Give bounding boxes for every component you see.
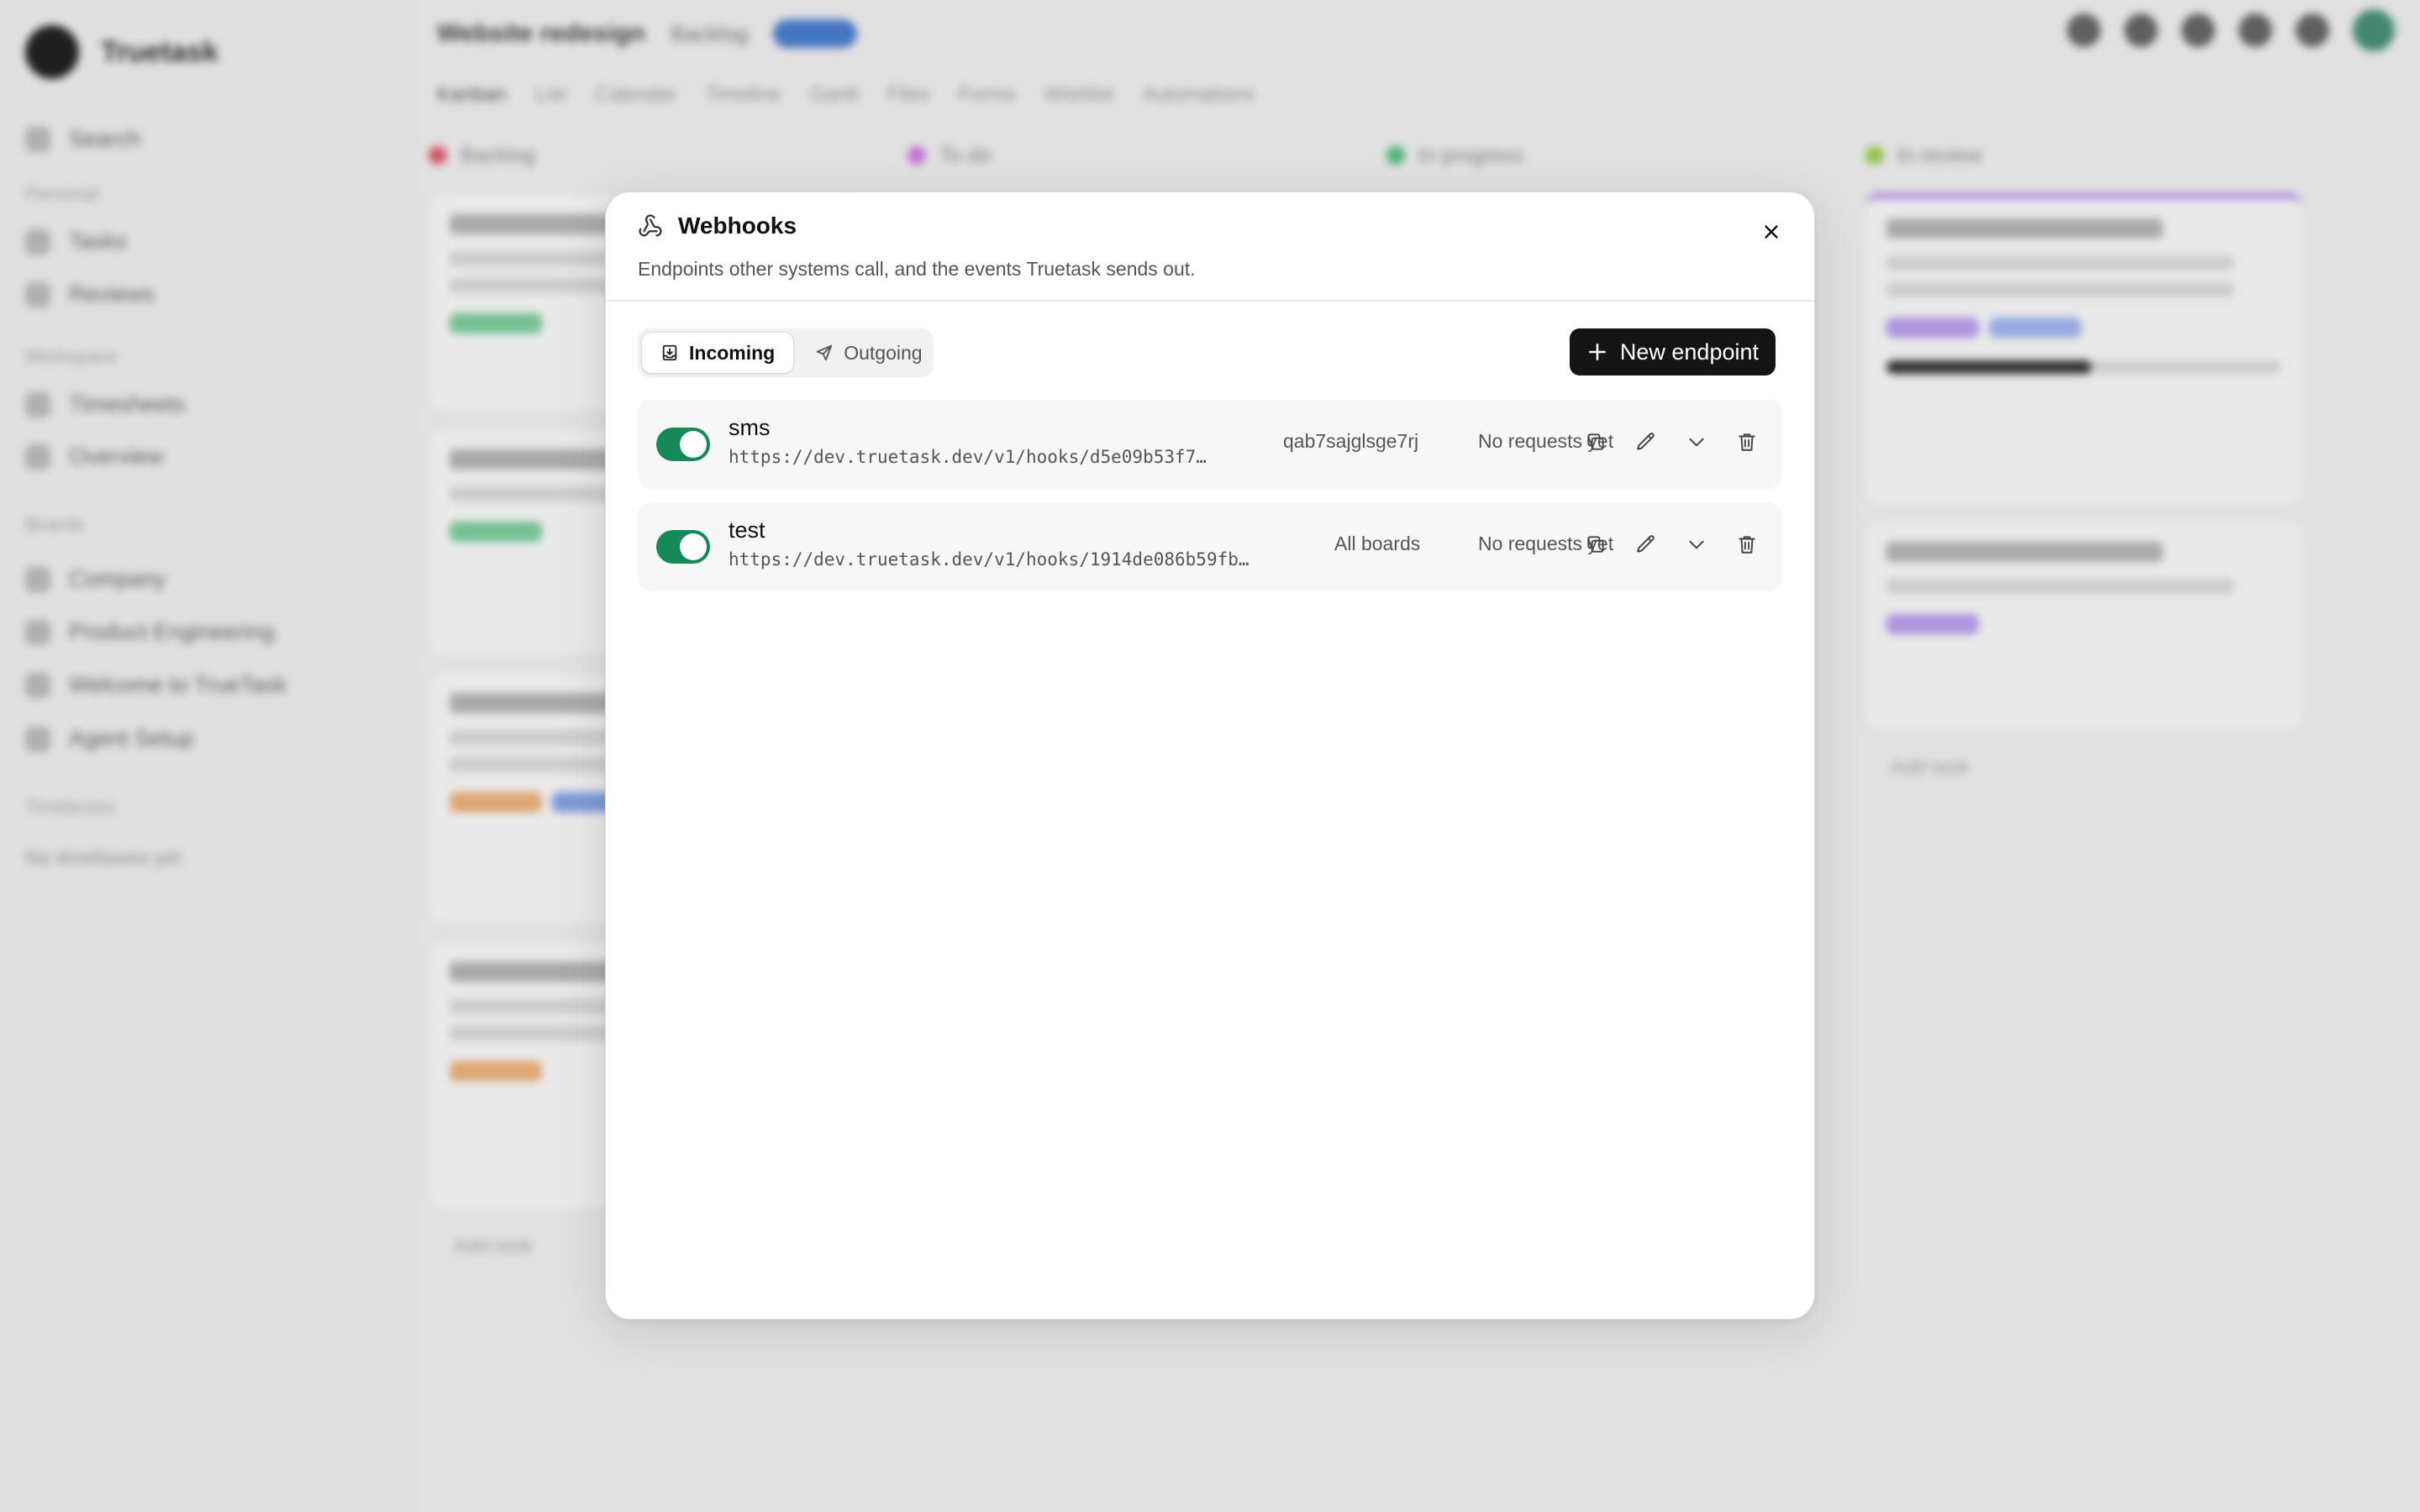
webhook-icon [639,214,662,237]
copy-url-button[interactable] [1579,528,1612,561]
endpoint-actions [1579,528,1764,561]
close-icon [1765,225,1778,239]
direction-tabs: Incoming Outgoing [638,328,934,377]
endpoint-enabled-toggle[interactable] [656,428,710,461]
endpoint-scope: All boards [1334,533,1421,554]
pencil-icon [1637,535,1655,553]
chevron-down-icon [1689,438,1704,447]
copy-icon [1587,433,1604,450]
tab-outgoing[interactable]: Outgoing [797,333,940,373]
endpoint-actions [1579,425,1764,459]
endpoint-row: test https://dev.truetask.dev/v1/hooks/1… [638,502,1782,591]
send-icon [817,344,833,361]
edit-endpoint-button[interactable] [1629,425,1663,459]
edit-endpoint-button[interactable] [1629,528,1663,561]
trash-icon [1739,536,1755,554]
inbox-icon [662,344,677,361]
endpoint-url: https://dev.truetask.dev/v1/hooks/1914de… [729,549,1249,570]
delete-endpoint-button[interactable] [1730,425,1764,459]
endpoint-name: sms [729,415,771,440]
pencil-icon [1637,433,1655,450]
tab-outgoing-label: Outgoing [844,341,923,364]
webhooks-toolbar: Incoming Outgoing New endpoint [638,327,1776,377]
endpoint-enabled-toggle[interactable] [656,530,710,564]
trash-icon [1739,433,1755,451]
dialog-title: Webhooks [678,213,797,239]
webhooks-dialog: Webhooks Endpoints other systems call, a… [605,192,1815,1320]
expand-endpoint-button[interactable] [1680,425,1713,459]
tab-incoming[interactable]: Incoming [642,333,794,373]
copy-icon [1587,536,1604,553]
tab-incoming-label: Incoming [689,341,776,364]
expand-endpoint-button[interactable] [1680,528,1713,561]
dialog-subtitle: Endpoints other systems call, and the ev… [638,258,1196,280]
delete-endpoint-button[interactable] [1730,528,1764,561]
new-endpoint-label: New endpoint [1619,339,1759,365]
new-endpoint-button[interactable]: New endpoint [1569,328,1776,375]
endpoint-list: sms https://dev.truetask.dev/v1/hooks/d5… [638,400,1782,605]
dialog-header: Webhooks Endpoints other systems call, a… [606,192,1814,302]
endpoint-scope: qab7sajglsge7rj [1283,430,1419,452]
endpoint-name: test [729,517,765,543]
endpoint-row: sms https://dev.truetask.dev/v1/hooks/d5… [638,400,1782,489]
chevron-down-icon [1689,540,1704,549]
copy-url-button[interactable] [1579,425,1612,459]
close-button[interactable] [1752,213,1791,251]
endpoint-url: https://dev.truetask.dev/v1/hooks/d5e09b… [729,447,1207,467]
plus-icon [1588,344,1606,360]
